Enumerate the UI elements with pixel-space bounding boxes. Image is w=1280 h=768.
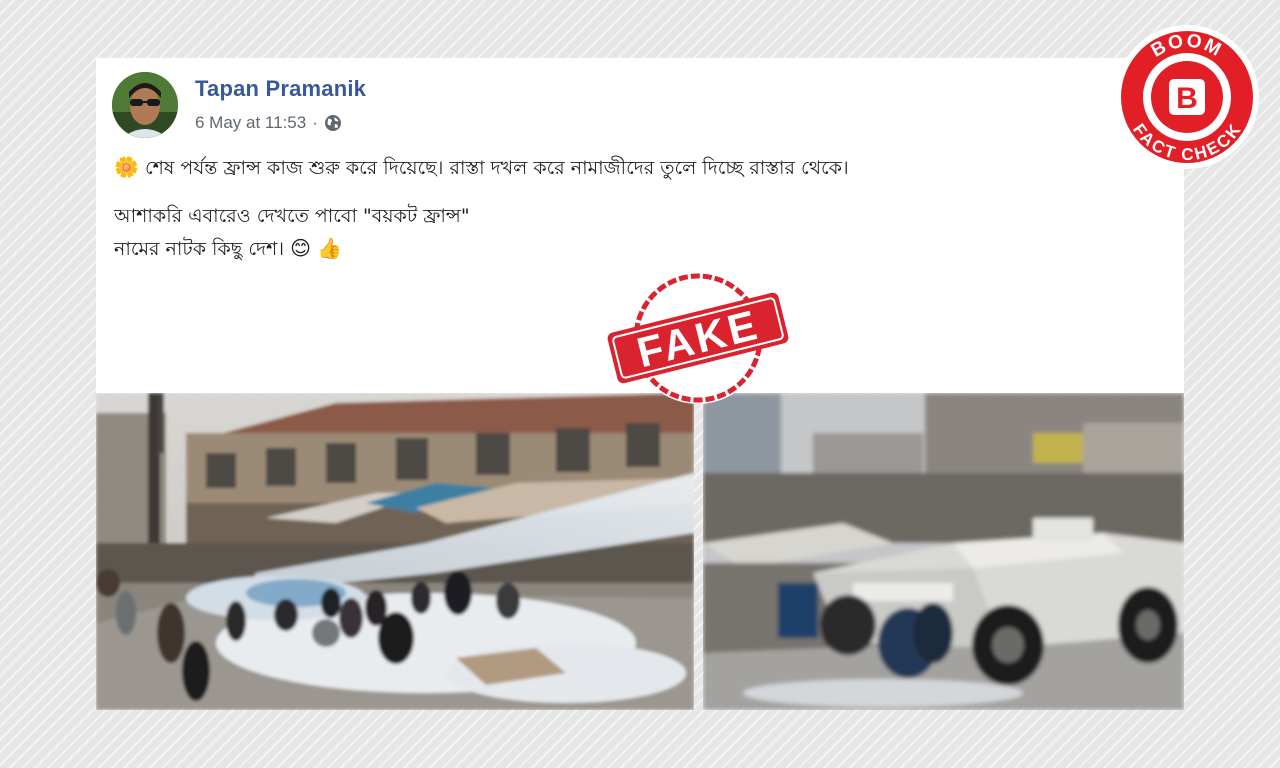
- sunflower-emoji-icon: 🌼: [114, 155, 139, 179]
- post-image-water-cannon[interactable]: [96, 393, 694, 710]
- post-meta: 6 May at 11:53 ·: [195, 113, 342, 133]
- author-name[interactable]: Tapan Pramanik: [195, 76, 366, 102]
- post-text-line-3: নামের নাটক কিছু দেশ। 😊 👍: [114, 235, 342, 267]
- post-image-armoured-vehicle[interactable]: [703, 393, 1184, 710]
- post-line-1-text: শেষ পর্যন্ত ফ্রান্স কাজ শুরু করে দিয়েছে…: [144, 157, 849, 179]
- fake-stamp: FAKE: [606, 268, 790, 408]
- post-text-line-2: আশাকরি এবারেও দেখতে পাবো "বয়কট ফ্রান্স": [114, 205, 470, 227]
- globe-icon[interactable]: [324, 114, 342, 132]
- thumbs-up-emoji-icon: 👍: [317, 236, 342, 260]
- post-line-3-text: নামের নাটক কিছু দেশ।: [114, 238, 285, 260]
- post-timestamp[interactable]: 6 May at 11:53: [195, 113, 306, 133]
- meta-separator: ·: [312, 113, 318, 132]
- author-avatar[interactable]: [112, 72, 178, 138]
- post-text-line-1: 🌼 শেষ পর্যন্ত ফ্রান্স কাজ শুরু করে দিয়ে…: [114, 154, 849, 186]
- smile-emoji-icon: 😊: [290, 236, 311, 260]
- boom-logo-letter: B: [1176, 82, 1198, 115]
- boom-fact-check-logo: BOOM FACT CHECK B: [1112, 22, 1262, 172]
